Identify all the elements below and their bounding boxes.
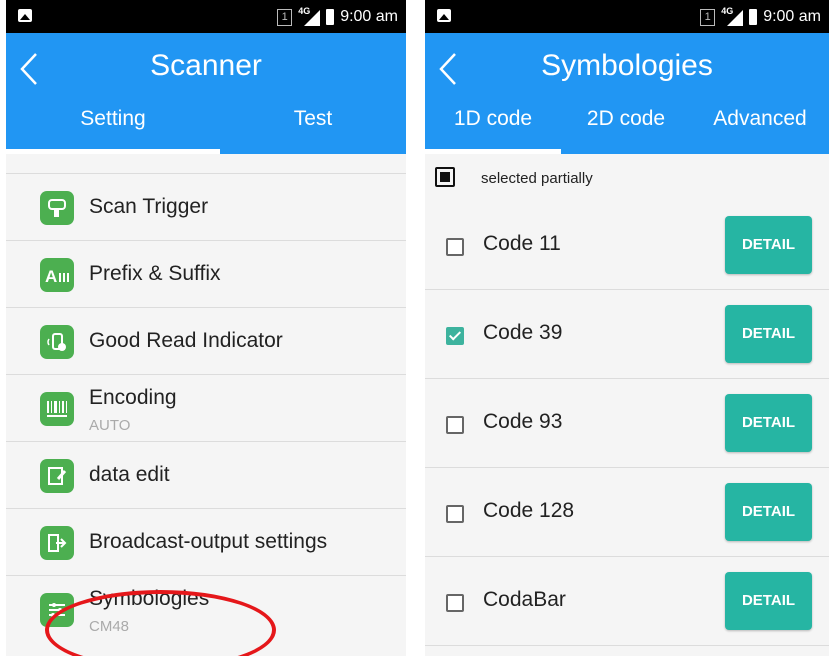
code-checkbox[interactable]: [446, 416, 464, 434]
barcode-encoding-icon: [40, 392, 74, 426]
sim-icon: 1: [700, 8, 716, 26]
battery-icon: [326, 9, 335, 25]
code-name: Code 11: [483, 232, 561, 255]
detail-button[interactable]: DETAIL: [725, 305, 812, 363]
detail-button[interactable]: DETAIL: [725, 483, 812, 541]
detail-button[interactable]: DETAIL: [725, 572, 812, 630]
list-item-label: Symbologies: [89, 587, 210, 610]
page-title: Scanner: [150, 49, 262, 82]
list-item-encoding[interactable]: Encoding AUTO: [6, 375, 406, 442]
list-item-data-edit[interactable]: data edit: [6, 442, 406, 509]
symbologies-icon: [40, 593, 74, 627]
selected-partially-label: selected partially: [481, 170, 593, 187]
symbology-list: Code 11 DETAIL Code 39 DETAIL Code 93 DE…: [425, 201, 829, 646]
app-bar: Symbologies 1D code 2D code Advanced: [425, 33, 829, 154]
list-item-label: Broadcast-output settings: [89, 530, 328, 553]
scan-trigger-icon: [40, 191, 74, 225]
code-checkbox[interactable]: [446, 594, 464, 612]
code-name: CodaBar: [483, 588, 566, 611]
list-item: CodaBar DETAIL: [425, 557, 829, 646]
code-checkbox[interactable]: [446, 238, 464, 256]
list-item-label: Good Read Indicator: [89, 329, 283, 352]
page-title: Symbologies: [541, 49, 713, 82]
list-item: Code 93 DETAIL: [425, 379, 829, 468]
signal-icon: 4G: [721, 6, 744, 26]
list-item-label: data edit: [89, 463, 170, 486]
code-checkbox[interactable]: [446, 505, 464, 523]
good-read-indicator-icon: [40, 325, 74, 359]
prefix-suffix-icon: A: [40, 258, 74, 292]
status-time: 9:00 am: [340, 8, 398, 25]
code-checkbox[interactable]: [446, 327, 464, 345]
tab-setting[interactable]: Setting: [6, 90, 220, 154]
image-notification-icon: [437, 9, 451, 22]
settings-list: Scan Trigger A Prefix & Suffix Good Read…: [6, 154, 406, 642]
list-item-prefix-suffix[interactable]: A Prefix & Suffix: [6, 241, 406, 308]
image-notification-icon: [18, 9, 32, 22]
list-item-good-read-indicator[interactable]: Good Read Indicator: [6, 308, 406, 375]
tab-advanced[interactable]: Advanced: [691, 90, 829, 154]
tab-bar: Setting Test: [6, 90, 406, 154]
status-bar: 1 4G 9:00 am: [425, 0, 829, 33]
list-item: Code 128 DETAIL: [425, 468, 829, 557]
list-item-label: Prefix & Suffix: [89, 262, 221, 285]
detail-button[interactable]: DETAIL: [725, 394, 812, 452]
tab-bar: 1D code 2D code Advanced: [425, 90, 829, 154]
data-edit-icon: [40, 459, 74, 493]
code-name: Code 93: [483, 410, 563, 433]
symbologies-value: CM48: [89, 618, 130, 635]
symbologies-screen: 1 4G 9:00 am Symbologies 1D code 2D code…: [425, 0, 829, 656]
battery-icon: [749, 9, 758, 25]
list-item: Code 39 DETAIL: [425, 290, 829, 379]
status-time: 9:00 am: [763, 8, 821, 25]
code-name: Code 39: [483, 321, 563, 344]
list-item-label: Scan Trigger: [89, 195, 209, 218]
tab-test[interactable]: Test: [220, 90, 406, 154]
list-item: Code 11 DETAIL: [425, 201, 829, 290]
app-bar: Scanner Setting Test: [6, 33, 406, 154]
list-item-symbologies[interactable]: Symbologies CM48: [6, 576, 406, 642]
status-bar: 1 4G 9:00 am: [6, 0, 406, 33]
encoding-value: AUTO: [89, 417, 131, 434]
detail-button[interactable]: DETAIL: [725, 216, 812, 274]
sim-icon: 1: [277, 8, 293, 26]
code-name: Code 128: [483, 499, 575, 522]
select-all-row[interactable]: selected partially: [425, 154, 829, 201]
list-item-scan-trigger[interactable]: Scan Trigger: [6, 174, 406, 241]
svg-text:A: A: [45, 267, 57, 285]
list-item-label: Encoding: [89, 386, 177, 409]
signal-icon: 4G: [298, 6, 321, 26]
list-item-broadcast-output-settings[interactable]: Broadcast-output settings: [6, 509, 406, 576]
scanner-screen: 1 4G 9:00 am Scanner Setting Test Scan T…: [6, 0, 406, 656]
tab-2d-code[interactable]: 2D code: [561, 90, 691, 154]
tab-1d-code[interactable]: 1D code: [425, 90, 561, 154]
broadcast-output-icon: [40, 526, 74, 560]
partial-select-checkbox[interactable]: [435, 167, 455, 187]
